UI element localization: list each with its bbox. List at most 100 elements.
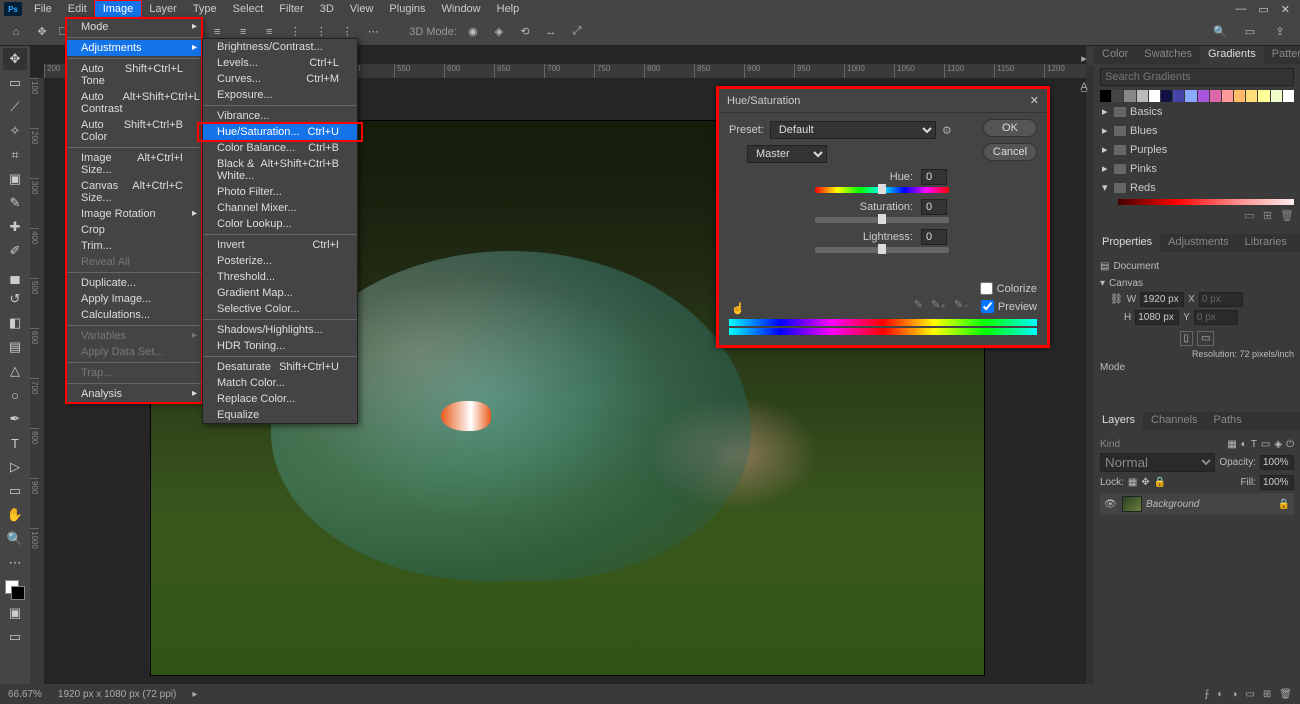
menu-item[interactable]: Channel Mixer...	[203, 200, 357, 216]
swatch[interactable]	[1173, 90, 1184, 102]
menu-item[interactable]: DesaturateShift+Ctrl+U	[203, 359, 357, 375]
visibility-icon[interactable]: 👁	[1104, 499, 1118, 510]
layer-row-background[interactable]: 👁 Background 🔒	[1100, 493, 1294, 515]
gradient-tool[interactable]: ▤	[3, 336, 27, 358]
eyedropper-icon[interactable]: ✎	[914, 298, 923, 311]
hand-eyedropper-icon[interactable]: ☝	[731, 302, 745, 315]
swatch[interactable]	[1246, 90, 1257, 102]
quickmask-icon[interactable]: ▣	[3, 602, 27, 624]
menu-item[interactable]: Image Size...Alt+Ctrl+I	[67, 150, 201, 178]
menu-item[interactable]: Apply Image...	[67, 291, 201, 307]
zoom-tool[interactable]: 🔍	[3, 528, 27, 550]
crop-tool[interactable]: ⌗	[3, 144, 27, 166]
menu-item[interactable]: Vibrance...	[203, 108, 357, 124]
history-brush-tool[interactable]: ↺	[3, 288, 27, 310]
lightness-input[interactable]	[921, 229, 947, 245]
eyedropper-minus-icon[interactable]: ✎₋	[954, 298, 969, 311]
folder-pinks[interactable]: ▸Pinks	[1100, 159, 1294, 178]
menu-item[interactable]: Equalize	[203, 407, 357, 423]
3d-icon[interactable]: ◈	[489, 22, 509, 42]
menu-item[interactable]: Photo Filter...	[203, 184, 357, 200]
eyedropper-plus-icon[interactable]: ✎₊	[931, 298, 946, 311]
preset-select[interactable]: Default	[770, 121, 936, 139]
colorize-checkbox[interactable]	[980, 282, 993, 295]
swatch[interactable]	[1210, 90, 1221, 102]
menu-item[interactable]: Curves...Ctrl+M	[203, 71, 357, 87]
menu-item[interactable]: Duplicate...	[67, 275, 201, 291]
menu-item[interactable]: HDR Toning...	[203, 338, 357, 354]
height-input[interactable]	[1135, 310, 1179, 325]
lock-position-icon[interactable]: ✥	[1141, 477, 1149, 488]
heal-tool[interactable]: ✚	[3, 216, 27, 238]
width-input[interactable]	[1140, 292, 1184, 307]
eraser-tool[interactable]: ◧	[3, 312, 27, 334]
filter-toggle[interactable]: ⏻	[1286, 439, 1294, 450]
menu-item[interactable]: Mode	[67, 19, 201, 35]
link-icon[interactable]: ⛓	[1110, 294, 1123, 305]
swatch[interactable]	[1185, 90, 1196, 102]
lasso-tool[interactable]: ⟋	[3, 96, 27, 118]
frame-tool[interactable]: ▣	[3, 168, 27, 190]
reds-gradient-preview[interactable]	[1118, 199, 1294, 205]
menu-file[interactable]: File	[26, 1, 60, 17]
3d-icon[interactable]: ⤢	[567, 22, 587, 42]
menu-3d[interactable]: 3D	[312, 1, 342, 17]
menu-item[interactable]: Levels...Ctrl+L	[203, 55, 357, 71]
close-icon[interactable]: ✕	[1030, 94, 1039, 107]
menu-item[interactable]: Selective Color...	[203, 301, 357, 317]
menu-type[interactable]: Type	[185, 1, 225, 17]
workspace-icon[interactable]: ▭	[1240, 22, 1260, 42]
3d-icon[interactable]: ↔	[541, 22, 561, 42]
trash-icon[interactable]: 🗑	[1280, 209, 1294, 222]
saturation-input[interactable]	[921, 199, 947, 215]
blur-tool[interactable]: △	[3, 360, 27, 382]
menu-item[interactable]: Posterize...	[203, 253, 357, 269]
menu-filter[interactable]: Filter	[271, 1, 311, 17]
menu-layer[interactable]: Layer	[141, 1, 185, 17]
swatch[interactable]	[1137, 90, 1148, 102]
menu-item[interactable]: Black & White...Alt+Shift+Ctrl+B	[203, 156, 357, 184]
blend-mode-select[interactable]: Normal	[1100, 453, 1215, 472]
menu-item[interactable]: Canvas Size...Alt+Ctrl+C	[67, 178, 201, 206]
move-tool[interactable]: ✥	[3, 48, 27, 70]
menu-item[interactable]: Color Lookup...	[203, 216, 357, 232]
tab-gradients[interactable]: Gradients	[1200, 46, 1264, 64]
filter-smart-icon[interactable]: ◈	[1274, 439, 1282, 450]
gear-icon[interactable]: ⚙	[942, 124, 952, 137]
lock-pixels-icon[interactable]: ▦	[1128, 477, 1137, 488]
group-icon[interactable]: ▭	[1245, 689, 1254, 700]
3d-icon[interactable]: ⟲	[515, 22, 535, 42]
menu-view[interactable]: View	[342, 1, 382, 17]
menu-image[interactable]: Image	[95, 1, 142, 17]
filter-pixel-icon[interactable]: ▦	[1227, 439, 1236, 450]
menu-item[interactable]: Gradient Map...	[203, 285, 357, 301]
glyph-icon[interactable]: A̲	[1080, 81, 1087, 93]
hue-input[interactable]	[921, 169, 947, 185]
menu-item[interactable]: Match Color...	[203, 375, 357, 391]
trash-icon[interactable]: 🗑	[1279, 689, 1292, 700]
menu-item[interactable]: Calculations...	[67, 307, 201, 323]
menu-select[interactable]: Select	[225, 1, 272, 17]
adjustment-icon[interactable]: ◑	[1231, 689, 1237, 700]
wand-tool[interactable]: ✧	[3, 120, 27, 142]
color-swatch[interactable]	[5, 580, 25, 600]
menu-edit[interactable]: Edit	[60, 1, 95, 17]
menu-item[interactable]: Adjustments	[67, 40, 201, 56]
ok-button[interactable]: OK	[983, 119, 1037, 137]
tab-color[interactable]: Color	[1094, 46, 1136, 64]
search-input[interactable]	[1100, 68, 1294, 86]
brush-tool[interactable]: ✐	[3, 240, 27, 262]
swatch[interactable]	[1149, 90, 1160, 102]
menu-item[interactable]: Threshold...	[203, 269, 357, 285]
menu-help[interactable]: Help	[489, 1, 528, 17]
hue-slider[interactable]	[815, 187, 949, 193]
path-tool[interactable]: ▷	[3, 456, 27, 478]
menu-item[interactable]: Auto ToneShift+Ctrl+L	[67, 61, 201, 89]
channel-select[interactable]: Master	[747, 145, 827, 163]
folder-purples[interactable]: ▸Purples	[1100, 140, 1294, 159]
filter-type-icon[interactable]: T	[1251, 439, 1257, 450]
share-icon[interactable]: ⇪	[1270, 22, 1290, 42]
tab-paths[interactable]: Paths	[1206, 412, 1250, 430]
menu-item[interactable]: Exposure...	[203, 87, 357, 103]
hand-tool[interactable]: ✋	[3, 504, 27, 526]
